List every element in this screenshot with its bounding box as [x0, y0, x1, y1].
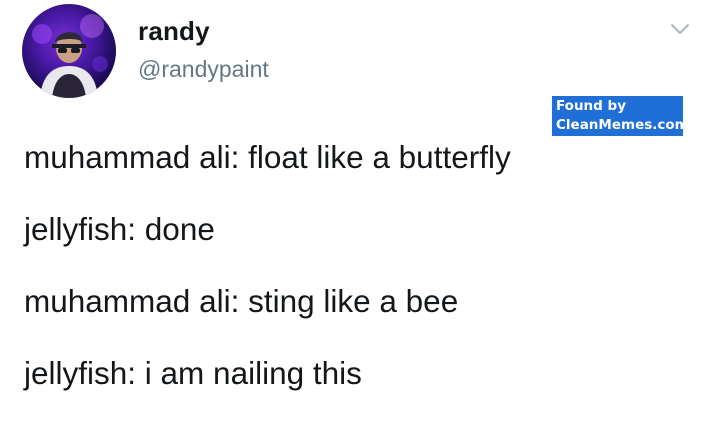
author-avatar[interactable] — [22, 4, 116, 98]
watermark-line2: CleanMemes.com — [556, 117, 683, 133]
tweet-text-line: muhammad ali: float like a butterfly — [24, 139, 511, 175]
author-handle[interactable]: @randypaint — [138, 52, 269, 86]
tweet-card: randy @randypaint Found by CleanMemes.co… — [0, 0, 720, 424]
tweet-menu-button[interactable] — [670, 22, 690, 36]
tweet-text-line: jellyfish: done — [24, 211, 215, 247]
avatar-photo-icon — [32, 14, 108, 98]
watermark-badge: Found by CleanMemes.com — [552, 96, 683, 136]
author-display-name[interactable]: randy — [138, 14, 269, 48]
tweet-text-line: jellyfish: i am nailing this — [24, 355, 362, 391]
tweet-text-line: muhammad ali: sting like a bee — [24, 283, 459, 319]
chevron-down-icon — [671, 24, 689, 34]
tweet-author: randy @randypaint — [138, 14, 269, 86]
watermark-line1: Found by — [556, 98, 626, 114]
